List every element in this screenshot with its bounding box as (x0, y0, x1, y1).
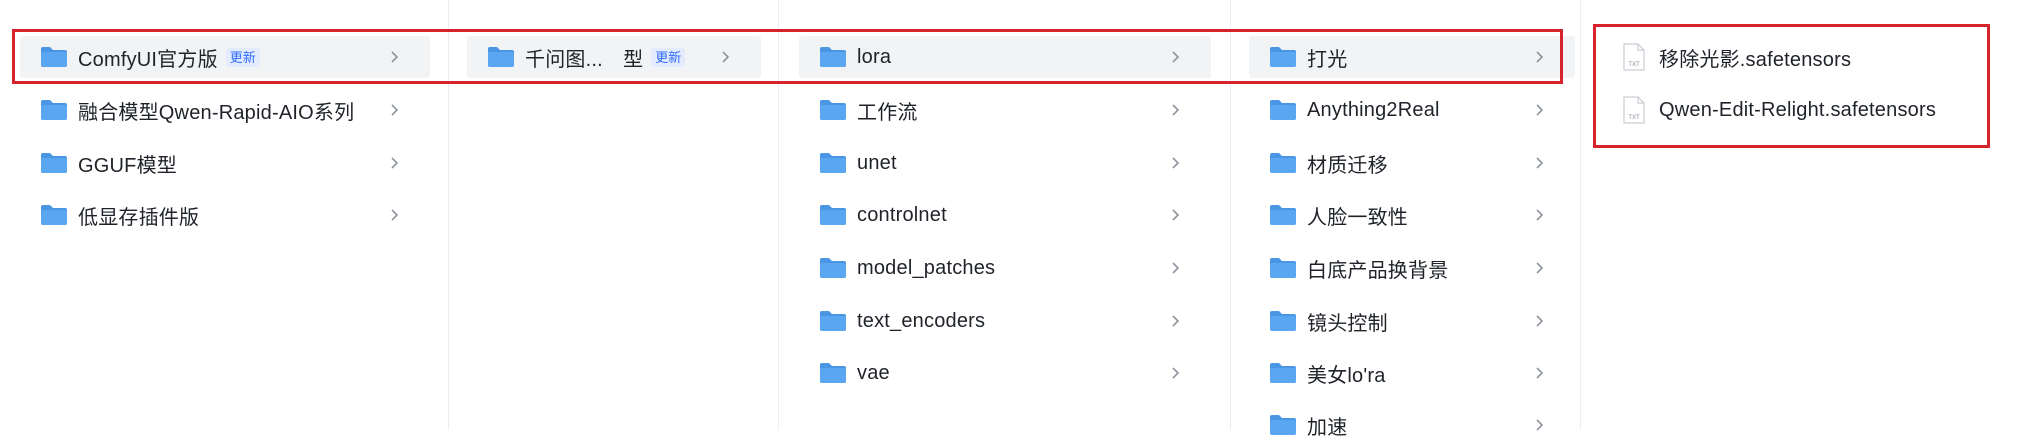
chevron-right-icon (1172, 104, 1180, 116)
folder-row[interactable]: vae (799, 352, 1211, 394)
folder-icon (820, 363, 846, 383)
folder-name: GGUF模型 (78, 154, 177, 177)
folder-name: 低显存插件版 (78, 206, 200, 229)
folder-row[interactable]: 工作流 (799, 89, 1211, 131)
folder-row[interactable]: 融合模型Qwen-Rapid-AIO系列 (20, 89, 430, 131)
chevron-right-icon (1172, 315, 1180, 327)
chevron-right-icon (1172, 157, 1180, 169)
folder-row[interactable]: 美女lo'ra (1249, 352, 1575, 394)
folder-name: 白底产品换背景 (1307, 259, 1449, 282)
folder-icon (820, 153, 846, 173)
folder-icon (1270, 363, 1296, 383)
chevron-right-icon (391, 104, 399, 116)
folder-icon (1270, 415, 1296, 435)
folder-icon (1270, 153, 1296, 173)
folder-name: unet (857, 151, 897, 174)
folder-icon (820, 205, 846, 225)
folder-row[interactable]: 白底产品换背景 (1249, 247, 1575, 289)
folder-icon (1270, 258, 1296, 278)
highlight-box-files (1593, 24, 1990, 148)
folder-icon (41, 100, 67, 120)
folder-icon (41, 205, 67, 225)
folder-name: controlnet (857, 203, 947, 226)
folder-name: Anything2Real (1307, 98, 1440, 121)
folder-name: vae (857, 361, 890, 384)
folder-row[interactable]: 加速 (1249, 404, 1575, 446)
folder-row[interactable]: text_encoders (799, 300, 1211, 342)
folder-icon (820, 258, 846, 278)
highlight-box-path (12, 29, 1563, 84)
folder-name: text_encoders (857, 309, 986, 332)
folder-icon (41, 153, 67, 173)
chevron-right-icon (391, 209, 399, 221)
folder-name: 融合模型Qwen-Rapid-AIO系列 (78, 101, 355, 124)
folder-icon (1270, 100, 1296, 120)
folder-row[interactable]: controlnet (799, 194, 1211, 236)
chevron-right-icon (1536, 104, 1544, 116)
folder-row[interactable]: model_patches (799, 247, 1211, 289)
folder-icon (820, 100, 846, 120)
folder-name: 工作流 (857, 101, 918, 124)
chevron-right-icon (1172, 367, 1180, 379)
folder-name: 人脸一致性 (1307, 206, 1408, 229)
folder-row[interactable]: GGUF模型 (20, 142, 430, 184)
folder-row[interactable]: 人脸一致性 (1249, 194, 1575, 236)
folder-name: 美女lo'ra (1307, 364, 1386, 387)
folder-row[interactable]: 镜头控制 (1249, 300, 1575, 342)
folder-row[interactable]: unet (799, 142, 1211, 184)
chevron-right-icon (1536, 367, 1544, 379)
folder-name: 材质迁移 (1307, 154, 1388, 177)
folder-row[interactable]: 低显存插件版 (20, 194, 430, 236)
chevron-right-icon (391, 157, 399, 169)
chevron-right-icon (1536, 262, 1544, 274)
chevron-right-icon (1172, 209, 1180, 221)
folder-row[interactable]: Anything2Real (1249, 89, 1575, 131)
folder-icon (1270, 311, 1296, 331)
folder-icon (1270, 205, 1296, 225)
chevron-right-icon (1536, 419, 1544, 431)
folder-row[interactable]: 材质迁移 (1249, 142, 1575, 184)
chevron-right-icon (1172, 262, 1180, 274)
chevron-right-icon (1536, 315, 1544, 327)
folder-name: model_patches (857, 256, 996, 279)
chevron-right-icon (1536, 209, 1544, 221)
chevron-right-icon (1536, 157, 1544, 169)
folder-name: 加速 (1307, 416, 1348, 439)
folder-icon (820, 311, 846, 331)
folder-name: 镜头控制 (1307, 312, 1388, 335)
